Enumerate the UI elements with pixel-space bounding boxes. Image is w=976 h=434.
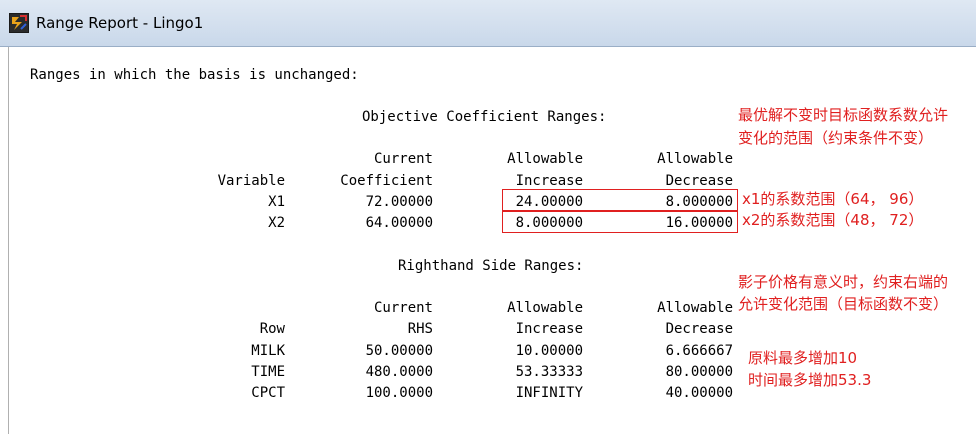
report-intro: Ranges in which the basis is unchanged: xyxy=(30,67,359,83)
annotation-rhs-note-line2: 允许变化范围（目标函数不变） xyxy=(738,295,949,313)
range-report-window: Range Report - Lingo1 Ranges in which th… xyxy=(0,0,976,434)
window-title: Range Report - Lingo1 xyxy=(36,14,204,32)
annotation-milk-increase: 原料最多增加10 xyxy=(748,349,858,367)
rhs-increase: 53.33333 xyxy=(515,364,583,380)
obj-header-current: Current xyxy=(373,151,433,167)
annotation-x1-range: x1的系数范围（64， 96） xyxy=(742,190,924,208)
rhs-heading: Righthand Side Ranges: xyxy=(398,258,584,274)
rhs-header-rhs: RHS xyxy=(407,321,433,337)
rhs-value: 100.0000 xyxy=(365,385,433,401)
rhs-row-name: CPCT xyxy=(251,385,285,401)
rhs-header-row: Row xyxy=(259,321,285,337)
rhs-decrease: 40.00000 xyxy=(665,385,733,401)
obj-variable: X2 xyxy=(268,215,285,231)
rhs-header-allowable-dec: Allowable xyxy=(657,300,733,316)
annotation-x2-range: x2的系数范围（48， 72） xyxy=(742,211,924,229)
rhs-header-increase: Increase xyxy=(515,321,583,337)
rhs-decrease: 80.00000 xyxy=(665,364,733,380)
annotation-objective-note-line2: 变化的范围（约束条件不变） xyxy=(738,129,934,147)
rhs-row-name: TIME xyxy=(251,364,285,380)
rhs-row-name: MILK xyxy=(251,343,285,359)
rhs-value: 50.00000 xyxy=(365,343,433,359)
title-bar[interactable]: Range Report - Lingo1 xyxy=(0,0,976,47)
annotation-rhs-note-line1: 影子价格有意义时，约束右端的 xyxy=(738,273,949,291)
obj-coefficient: 64.00000 xyxy=(365,215,433,231)
rhs-increase: 10.00000 xyxy=(515,343,583,359)
rhs-header-decrease: Decrease xyxy=(665,321,733,337)
report-content: Ranges in which the basis is unchanged: … xyxy=(8,47,976,434)
rhs-header-allowable-inc: Allowable xyxy=(507,300,583,316)
obj-header-allowable-dec: Allowable xyxy=(657,151,733,167)
x2-range-highlight-box xyxy=(502,211,738,233)
rhs-increase: INFINITY xyxy=(515,385,583,401)
annotation-time-increase: 时间最多增加53.3 xyxy=(748,371,872,389)
rhs-value: 480.0000 xyxy=(365,364,433,380)
annotation-objective-note-line1: 最优解不变时目标函数系数允许 xyxy=(738,106,949,124)
obj-header-coefficient: Coefficient xyxy=(340,173,433,189)
obj-header-decrease: Decrease xyxy=(665,173,733,189)
rhs-header-current: Current xyxy=(373,300,433,316)
obj-header-increase: Increase xyxy=(515,173,583,189)
obj-header-variable: Variable xyxy=(217,173,285,189)
rhs-decrease: 6.666667 xyxy=(665,343,733,359)
objective-heading: Objective Coefficient Ranges: xyxy=(362,109,607,125)
lingo-app-icon xyxy=(9,13,29,33)
obj-header-allowable-inc: Allowable xyxy=(507,151,583,167)
obj-coefficient: 72.00000 xyxy=(365,194,433,210)
x1-range-highlight-box xyxy=(502,189,738,211)
obj-variable: X1 xyxy=(268,194,285,210)
